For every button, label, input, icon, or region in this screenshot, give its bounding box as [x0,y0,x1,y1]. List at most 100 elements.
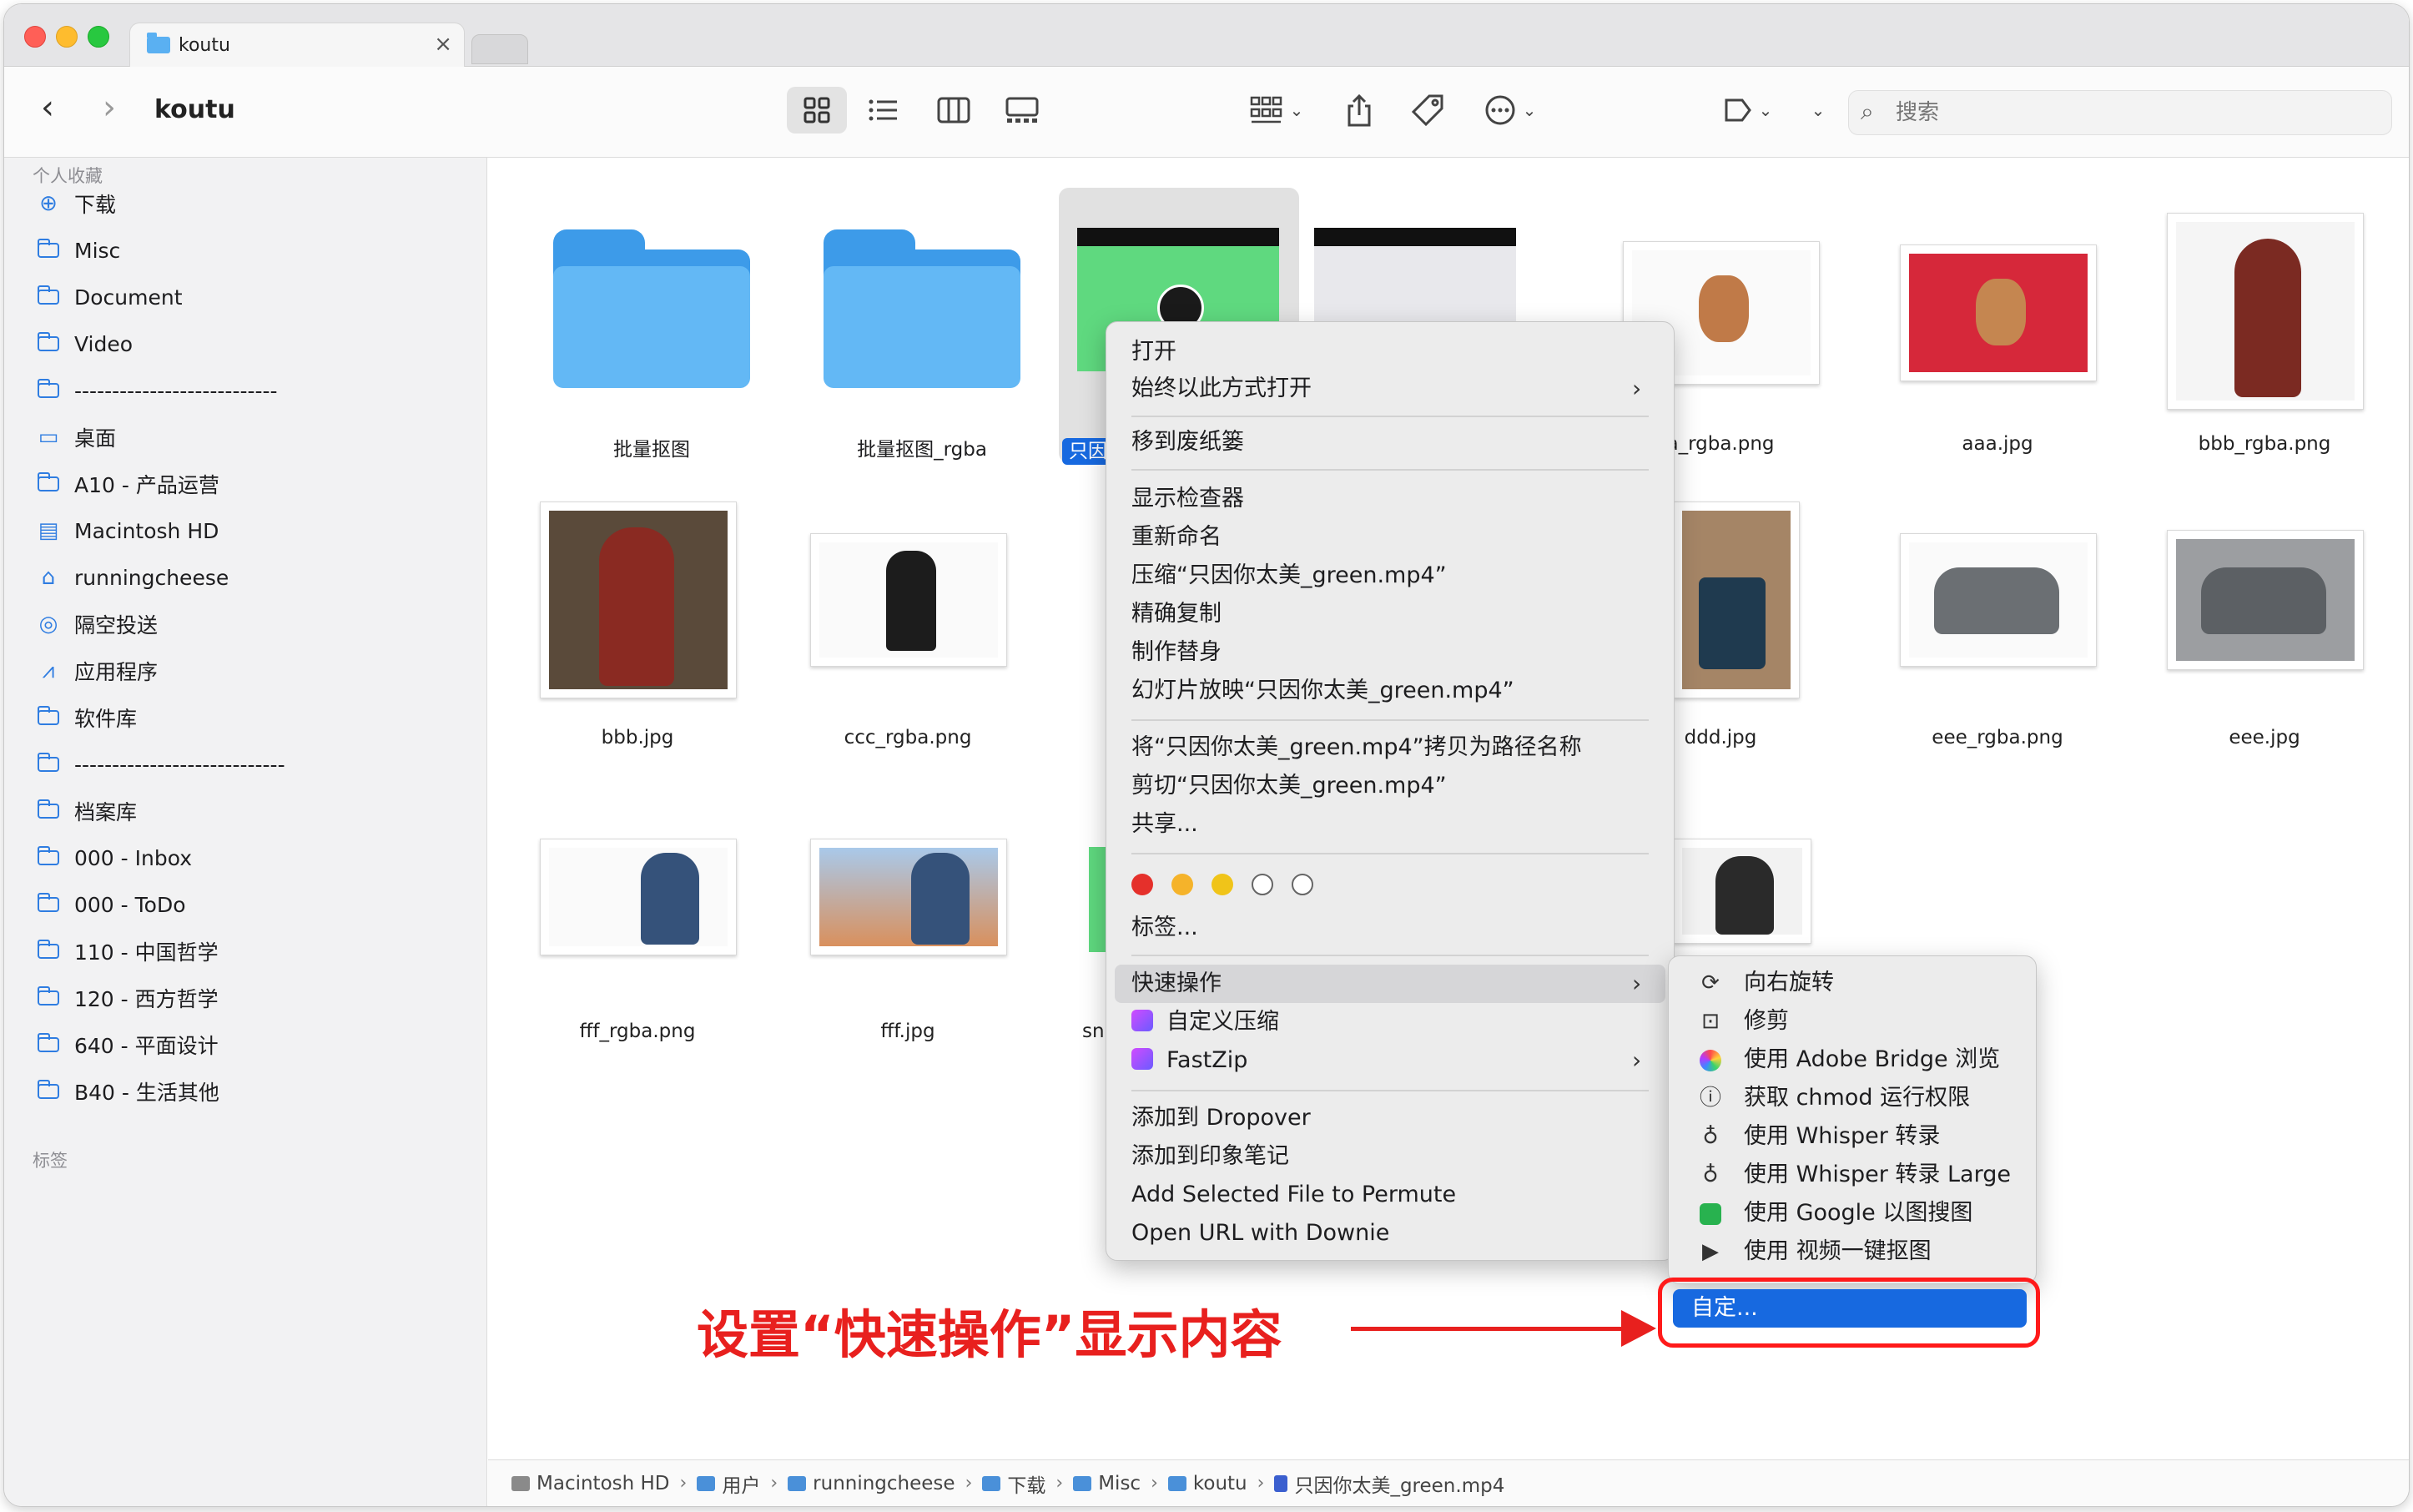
tag-empty-icon[interactable] [1252,874,1273,895]
path-item[interactable]: 用户 [697,1469,760,1498]
image-thumbnail[interactable] [810,533,1007,667]
file-item[interactable]: 批量抠图 [526,158,777,461]
submenu-item-chmod[interactable]: 获取 chmod 运行权限 [1744,1080,1970,1116]
sidebar-item-a10[interactable]: A10 - 产品运营 [36,463,219,505]
menu-item-rename[interactable]: 重新命名 [1131,519,1222,556]
menu-item-compress[interactable]: 压缩“只因你太美_green.mp4” [1131,557,1447,594]
share-button[interactable] [1332,87,1386,134]
gallery-view-button[interactable] [992,87,1052,134]
menu-item-custom-compress[interactable]: 自定义压缩 [1131,1004,1279,1041]
menu-item-copy-path[interactable]: 将“只因你太美_green.mp4”拷贝为路径名称 [1131,729,1582,766]
submenu-item-video-cutout[interactable]: 使用 视频一键抠图 [1744,1233,1932,1270]
submenu-item-whisper[interactable]: 使用 Whisper 转录 [1744,1118,1940,1155]
menu-item-share[interactable]: 共享... [1131,806,1198,843]
submenu-item-adobe-bridge[interactable]: 使用 Adobe Bridge 浏览 [1744,1041,2000,1078]
menu-item-slideshow[interactable]: 幻灯片放映“只因你太美_green.mp4” [1131,673,1514,709]
tag-yellow-icon[interactable] [1212,874,1233,895]
mic-icon: ♁ [1702,1162,1719,1187]
sidebar-item-inbox[interactable]: 000 - Inbox [36,837,192,879]
sidebar-item-b40[interactable]: B40 - 生活其他 [36,1071,219,1112]
submenu-item-whisper-large[interactable]: 使用 Whisper 转录 Large [1744,1157,2011,1193]
overflow-button[interactable]: ⌄ [1798,87,1831,134]
search-input[interactable] [1894,98,2365,128]
sidebar-item-separator-2[interactable]: ---------------------------- [36,743,285,785]
icon-view-button[interactable] [787,87,847,134]
sidebar-item-downloads[interactable]: ⊕ 下载 [36,183,116,224]
list-view-button[interactable] [854,87,914,134]
image-thumbnail[interactable] [2167,530,2364,670]
menu-item-dropover[interactable]: 添加到 Dropover [1131,1100,1311,1137]
group-icon [1250,96,1282,123]
path-item[interactable]: koutu [1167,1473,1247,1494]
menu-item-quick-actions[interactable]: 快速操作 › [1131,965,1641,1002]
menu-item-tags[interactable]: 标签... [1131,910,1198,946]
sidebar-item-todo[interactable]: 000 - ToDo [36,884,186,925]
path-label: 只因你太美_green.mp4 [1294,1474,1505,1497]
sidebar-item-software[interactable]: 软件库 [36,697,137,738]
sidebar-item-label: Document [74,285,183,310]
group-button[interactable]: ⌄ [1239,87,1314,134]
menu-item-downie[interactable]: Open URL with Downie [1131,1215,1389,1252]
back-button[interactable]: ‹ [41,88,54,127]
menu-item-open[interactable]: 打开 [1131,334,1176,370]
file-item[interactable]: 批量抠图_rgba [797,158,1047,461]
menu-item-duplicate[interactable]: 精确复制 [1131,596,1222,633]
image-thumbnail[interactable] [1900,244,2097,381]
sidebar-item-macintosh-hd[interactable]: ▤ Macintosh HD [36,510,219,552]
sidebar-item-120[interactable]: 120 - 西方哲学 [36,977,219,1019]
sidebar-item-separator-1[interactable]: --------------------------- [36,370,278,411]
menu-item-make-alias[interactable]: 制作替身 [1131,634,1222,671]
annotation-arrow-head [1621,1310,1656,1347]
more-actions-button[interactable]: ⌄ [1473,87,1548,134]
sidebar-item-document[interactable]: Document [36,276,183,318]
sidebar-item-applications[interactable]: ⩘ 应用程序 [36,650,158,692]
sidebar-item-110[interactable]: 110 - 中国哲学 [36,930,219,972]
search-field[interactable]: ⌕ [1848,90,2392,135]
menu-item-fastzip[interactable]: FastZip › [1131,1042,1641,1079]
submenu-item-google-image-search[interactable]: 使用 Google 以图搜图 [1744,1195,1972,1232]
submenu-item-rotate[interactable]: 向右旋转 [1744,965,1834,1001]
tab-close-icon[interactable]: × [434,32,452,57]
zoom-window-button[interactable] [88,26,109,48]
edit-tags-button[interactable]: ⌄ [1716,87,1780,134]
image-thumbnail[interactable] [1900,533,2097,667]
image-thumbnail[interactable] [2167,213,2364,410]
file-name: 批量抠图_rgba [857,439,987,461]
path-item[interactable]: runningcheese [788,1473,955,1494]
tag-orange-icon[interactable] [1171,874,1193,895]
sidebar-item-misc[interactable]: Misc [36,229,120,271]
image-thumbnail[interactable] [540,839,737,955]
menu-item-move-to-trash[interactable]: 移到废纸篓 [1131,424,1244,461]
sidebar-item-airdrop[interactable]: ◎ 隔空投送 [36,603,158,645]
sidebar-item-desktop[interactable]: ▭ 桌面 [36,416,116,458]
path-item[interactable]: 下载 [982,1469,1045,1498]
menu-item-evernote[interactable]: 添加到印象笔记 [1131,1138,1289,1175]
menu-item-permute[interactable]: Add Selected File to Permute [1131,1177,1456,1213]
disk-icon [511,1475,530,1491]
image-thumbnail[interactable] [540,501,737,698]
sidebar-item-home[interactable]: ⌂ runningcheese [36,557,229,598]
column-view-button[interactable] [924,87,984,134]
ellipsis-circle-icon [1485,95,1515,125]
new-tab-button[interactable] [471,34,528,64]
path-item[interactable]: 只因你太美_green.mp4 [1274,1469,1504,1498]
tag-red-icon[interactable] [1131,874,1153,895]
image-thumbnail[interactable] [1673,839,1811,944]
image-thumbnail[interactable] [810,839,1007,955]
forward-button[interactable]: › [103,88,116,127]
menu-item-open-with[interactable]: 始终以此方式打开 › [1131,370,1641,407]
image-thumbnail[interactable] [1673,501,1800,698]
submenu-item-trim[interactable]: 修剪 [1744,1003,1789,1040]
menu-item-show-inspector[interactable]: 显示检查器 [1131,481,1244,517]
tab-koutu[interactable]: koutu × [129,23,465,67]
close-window-button[interactable] [24,26,46,48]
path-item[interactable]: Misc [1073,1473,1141,1494]
tag-empty-icon[interactable] [1292,874,1313,895]
sidebar-item-640[interactable]: 640 - 平面设计 [36,1024,219,1066]
sidebar-item-video[interactable]: Video [36,323,133,365]
sidebar-item-archive[interactable]: 档案库 [36,790,137,832]
path-item[interactable]: Macintosh HD [511,1473,670,1494]
minimize-window-button[interactable] [56,26,78,48]
menu-item-cut[interactable]: 剪切“只因你太美_green.mp4” [1131,768,1447,804]
tag-button[interactable] [1401,87,1454,134]
